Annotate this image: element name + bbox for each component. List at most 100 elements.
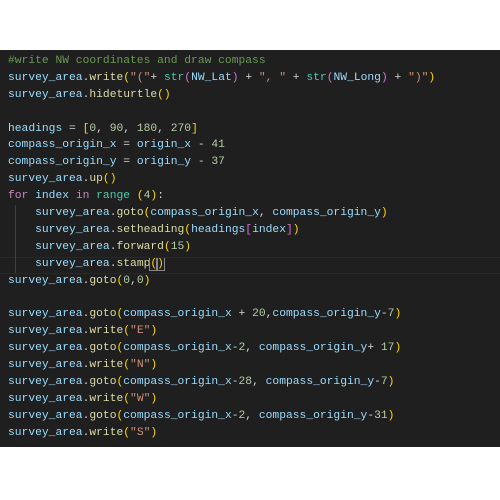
code-token: goto	[89, 274, 117, 287]
code-token: )	[380, 71, 388, 84]
code-token: )	[292, 223, 300, 236]
code-token: +	[231, 308, 253, 321]
code-line[interactable]: for index in range (4):	[8, 188, 435, 205]
code-token: +	[150, 71, 164, 84]
code-line[interactable]: compass_origin_x = origin_x - 41	[8, 137, 435, 154]
code-token: ,	[123, 122, 137, 135]
code-token: range	[96, 190, 131, 203]
code-token: origin_y	[136, 156, 192, 169]
code-line[interactable]: survey_area.goto(compass_origin_x-2, com…	[8, 408, 435, 425]
code-token: ()	[157, 88, 171, 101]
code-token: headings	[191, 223, 246, 236]
code-token: )	[143, 274, 151, 287]
code-token: "N"	[130, 359, 151, 372]
code-line[interactable]: survey_area.goto(compass_origin_x, compa…	[8, 205, 435, 222]
code-lines[interactable]: #write NW coordinates and draw compass su…	[0, 53, 500, 442]
code-token: 90	[109, 122, 124, 135]
indent-guide	[15, 221, 16, 239]
code-token: )	[380, 207, 388, 220]
code-token: )	[150, 359, 158, 372]
code-token: in	[75, 190, 90, 203]
code-line[interactable]: #write NW coordinates and draw compass	[8, 53, 435, 70]
code-token: ,	[245, 409, 259, 422]
code-line[interactable]: survey_area.goto(compass_origin_x-2, com…	[8, 340, 435, 357]
code-token: 15	[170, 240, 185, 253]
code-token: ,	[245, 342, 259, 355]
code-token: survey_area	[35, 240, 110, 253]
code-token: 17	[380, 342, 395, 355]
code-line[interactable]: survey_area.stamp()	[0, 255, 500, 274]
code-line[interactable]: survey_area.write("N")	[8, 357, 435, 374]
code-line[interactable]: survey_area.goto(compass_origin_x + 20,c…	[8, 306, 435, 323]
code-token: "S"	[130, 426, 151, 439]
code-token: 180	[136, 122, 158, 135]
code-token: write	[89, 325, 124, 338]
code-token: write	[89, 426, 124, 439]
code-token: )	[150, 325, 158, 338]
code-token: )	[387, 409, 395, 422]
code-token: compass_origin_x	[123, 375, 232, 388]
code-token: headings	[8, 122, 63, 135]
code-token: )	[184, 240, 192, 253]
code-token: 7	[380, 375, 388, 388]
code-token: 0	[136, 274, 144, 287]
code-token: (	[136, 190, 144, 203]
code-line[interactable]: survey_area.write("S")	[8, 425, 435, 442]
code-token: index	[252, 223, 286, 236]
code-token: ]	[285, 223, 293, 236]
code-token: "E"	[130, 325, 151, 338]
code-token: )	[387, 375, 395, 388]
code-line[interactable]: survey_area.forward(15)	[8, 238, 435, 256]
code-token: +	[387, 71, 409, 84]
code-token: )	[150, 392, 158, 405]
code-token: survey_area	[8, 342, 83, 355]
code-token: goto	[89, 342, 117, 355]
code-token: survey_area	[35, 223, 110, 236]
code-line[interactable]: survey_area.write("W")	[8, 391, 435, 408]
code-token: +	[286, 71, 307, 84]
code-token: compass_origin_y	[258, 409, 368, 422]
code-token: :	[157, 190, 164, 203]
code-token: ()	[102, 173, 117, 186]
code-token: survey_area	[8, 392, 83, 405]
code-token: 270	[170, 122, 192, 135]
code-token: goto	[89, 375, 117, 388]
code-token: write	[89, 71, 124, 84]
code-line[interactable]: survey_area.up()	[8, 171, 435, 188]
code-token: +	[238, 71, 259, 84]
indent-guide	[15, 238, 16, 256]
code-line[interactable]	[8, 289, 435, 306]
code-token: survey_area	[8, 71, 83, 84]
code-token: forward	[116, 240, 164, 253]
code-line[interactable]	[8, 104, 435, 121]
code-line[interactable]: survey_area.write("E")	[8, 323, 435, 340]
code-line[interactable]: survey_area.goto(compass_origin_x-28, co…	[8, 374, 435, 391]
code-token: setheading	[116, 223, 185, 236]
code-token: ,	[258, 207, 273, 220]
code-line[interactable]: compass_origin_y = origin_y - 37	[8, 154, 435, 171]
code-token: up	[89, 173, 103, 186]
code-token: ,	[96, 122, 110, 135]
code-token: write	[89, 359, 124, 372]
code-token: -	[231, 375, 239, 388]
code-token: )	[231, 71, 239, 84]
code-token: compass_origin_x	[123, 308, 232, 321]
code-line[interactable]: survey_area.goto(0,0)	[8, 273, 435, 290]
code-token: "("	[130, 71, 151, 84]
code-token: 28	[238, 375, 253, 388]
code-token: ", "	[258, 71, 287, 84]
code-token: survey_area	[8, 173, 83, 186]
code-line[interactable]: survey_area.setheading(headings[index])	[8, 221, 435, 239]
code-line[interactable]: survey_area.hideturtle()	[8, 87, 435, 104]
code-token: compass_origin_y	[8, 156, 117, 169]
code-line[interactable]: survey_area.write("("+ str(NW_Lat) + ", …	[8, 70, 435, 87]
code-token: NW_Long	[333, 71, 381, 84]
code-token: =	[62, 122, 83, 135]
code-token: goto	[116, 207, 144, 220]
code-token: -	[380, 308, 388, 321]
indent-guide	[15, 205, 16, 222]
code-line[interactable]: headings = [0, 90, 180, 270]	[8, 121, 435, 138]
